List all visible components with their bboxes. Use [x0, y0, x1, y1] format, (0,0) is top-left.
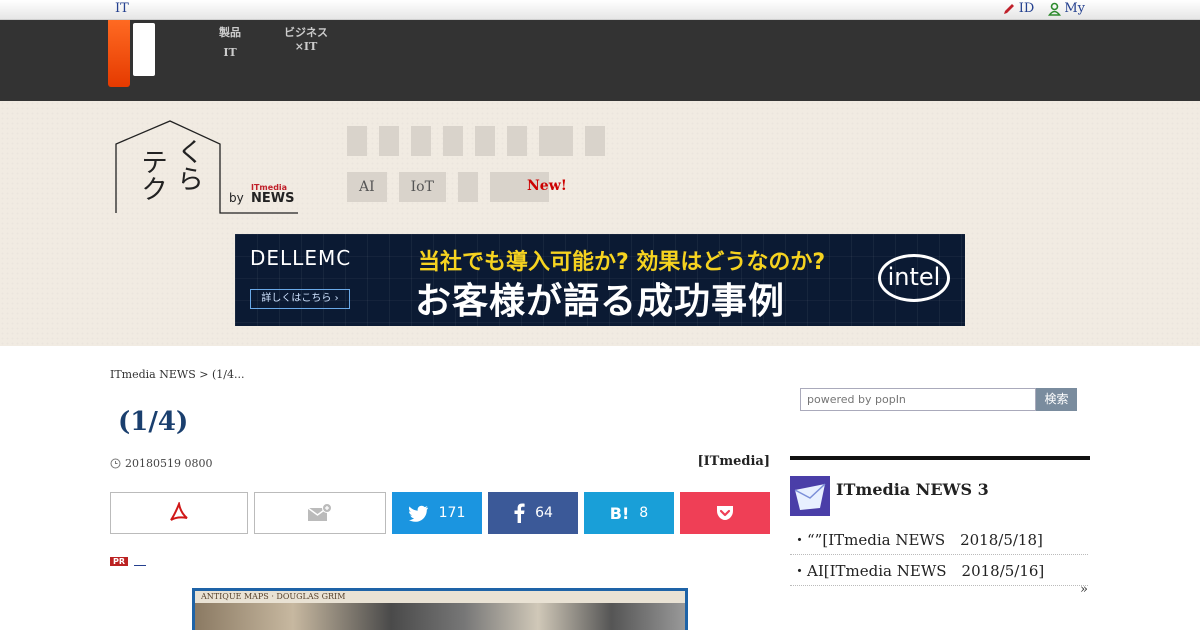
ranking-more-link[interactable]: » — [1080, 582, 1088, 597]
category-tag-ai[interactable]: AI — [347, 172, 387, 202]
hatena-count: 8 — [639, 505, 649, 521]
logo-kana-teku: テク — [136, 148, 167, 202]
category-tags-row2: AI IoT — [347, 172, 549, 202]
my-link-label: My — [1064, 1, 1085, 16]
id-link-label: ID — [1018, 1, 1035, 16]
newsletter-mail-icon — [790, 476, 830, 516]
article-date-text: 20180519 0800 — [125, 457, 213, 470]
breadcrumb-current: (1/4... — [211, 368, 245, 381]
itmedia-logo-orange[interactable] — [108, 20, 130, 87]
twitter-icon — [408, 505, 428, 522]
breadcrumb-home[interactable]: ITmedia NEWS — [110, 368, 196, 381]
hatena-icon: B! — [609, 503, 630, 523]
ranking-list: ・“”[ITmedia NEWS 2018/5/18] ・AI[ITmedia … — [790, 524, 1090, 586]
site-header — [0, 20, 1200, 101]
ad-partner-logo: intel — [878, 254, 950, 302]
ad-headline-2: お客様が語る成功事例 — [415, 281, 786, 322]
nav-item-business-line1: ビジネス — [284, 26, 328, 39]
pr-link[interactable] — [134, 556, 147, 566]
category-tag-iot[interactable]: IoT — [398, 172, 446, 202]
article-date: 20180519 0800 — [110, 457, 212, 470]
nav-item-products-line1: 製品 — [219, 26, 241, 39]
pocket-icon — [717, 506, 733, 520]
category-tag[interactable] — [457, 172, 478, 202]
list-item[interactable]: ・AI[ITmedia NEWS 2018/5/16] — [790, 555, 1088, 586]
id-link[interactable]: ID — [1002, 1, 1035, 16]
ranking-widget: ITmedia NEWS 3 ・“”[ITmedia NEWS 2018/5/1… — [790, 456, 1090, 597]
logo-kana-kura: くら — [172, 138, 203, 192]
itmedia-logo-white[interactable] — [133, 23, 155, 76]
category-tag[interactable] — [347, 126, 367, 156]
twitter-count: 171 — [438, 505, 466, 521]
clock-icon — [110, 458, 121, 469]
pr-line: PR — [110, 556, 147, 566]
top-right-links: ID My — [1002, 1, 1085, 16]
ranking-divider — [790, 456, 1090, 460]
logo-news: NEWS — [251, 191, 295, 206]
hatena-bookmark-button[interactable]: B! 8 — [584, 492, 674, 534]
nav-item-products-line2: IT — [223, 46, 237, 59]
article-photo: ANTIQUE MAPS · DOUGLAS GRIM — [192, 588, 688, 630]
pencil-icon — [1003, 3, 1014, 14]
facebook-share-button[interactable]: 64 — [488, 492, 578, 534]
pr-badge: PR — [110, 556, 129, 566]
breadcrumb: ITmedia NEWS > (1/4... — [110, 368, 244, 381]
ranking-title: ITmedia NEWS 3 — [836, 480, 989, 499]
page-title: (1/4) — [118, 407, 189, 437]
top-strip: IT ID My — [0, 0, 1200, 20]
nav-item-business[interactable]: ビジネス ×IT — [284, 26, 328, 54]
search-button[interactable]: 検索 — [1036, 388, 1077, 411]
category-tag[interactable] — [379, 126, 399, 156]
category-tag[interactable] — [411, 126, 431, 156]
category-tag[interactable] — [443, 126, 463, 156]
it-link[interactable]: IT — [115, 1, 129, 16]
ranking-header: ITmedia NEWS 3 — [790, 476, 1090, 516]
advertisement-banner[interactable]: DELLEMC 詳しくはこちら › 当社でも導入可能か? 効果はどうなのか? お… — [235, 234, 965, 326]
search-input[interactable] — [800, 388, 1036, 411]
pdf-button[interactable] — [110, 492, 248, 534]
mail-button[interactable] — [254, 492, 386, 534]
article-author: [ITmedia] — [697, 454, 770, 469]
list-item[interactable]: ・“”[ITmedia NEWS 2018/5/18] — [790, 524, 1088, 555]
category-tag[interactable] — [507, 126, 527, 156]
site-search: 検索 — [800, 388, 1077, 411]
nav-item-business-line2: ×IT — [294, 40, 318, 53]
teku-kura-logo[interactable]: くら テク by ITmedia NEWS — [115, 120, 300, 219]
my-link[interactable]: My — [1048, 1, 1085, 16]
new-badge: New! — [527, 178, 567, 194]
category-tags-row1 — [347, 126, 605, 156]
ad-brand: DELLEMC — [250, 246, 352, 270]
user-icon — [1048, 2, 1062, 16]
breadcrumb-separator: > — [199, 368, 209, 381]
photo-caption-strip: ANTIQUE MAPS · DOUGLAS GRIM — [195, 591, 685, 603]
pdf-icon — [170, 502, 188, 521]
logo-by: by — [229, 191, 244, 205]
category-tag[interactable] — [585, 126, 605, 156]
nav-item-products[interactable]: 製品 IT — [219, 26, 241, 60]
category-tag[interactable] — [475, 126, 495, 156]
category-tag[interactable] — [539, 126, 573, 156]
facebook-icon — [514, 503, 525, 523]
twitter-share-button[interactable]: 171 — [392, 492, 482, 534]
mail-add-icon — [307, 503, 332, 521]
ad-more-button[interactable]: 詳しくはこちら › — [250, 289, 350, 309]
facebook-count: 64 — [535, 505, 553, 521]
pocket-button[interactable] — [680, 492, 770, 534]
